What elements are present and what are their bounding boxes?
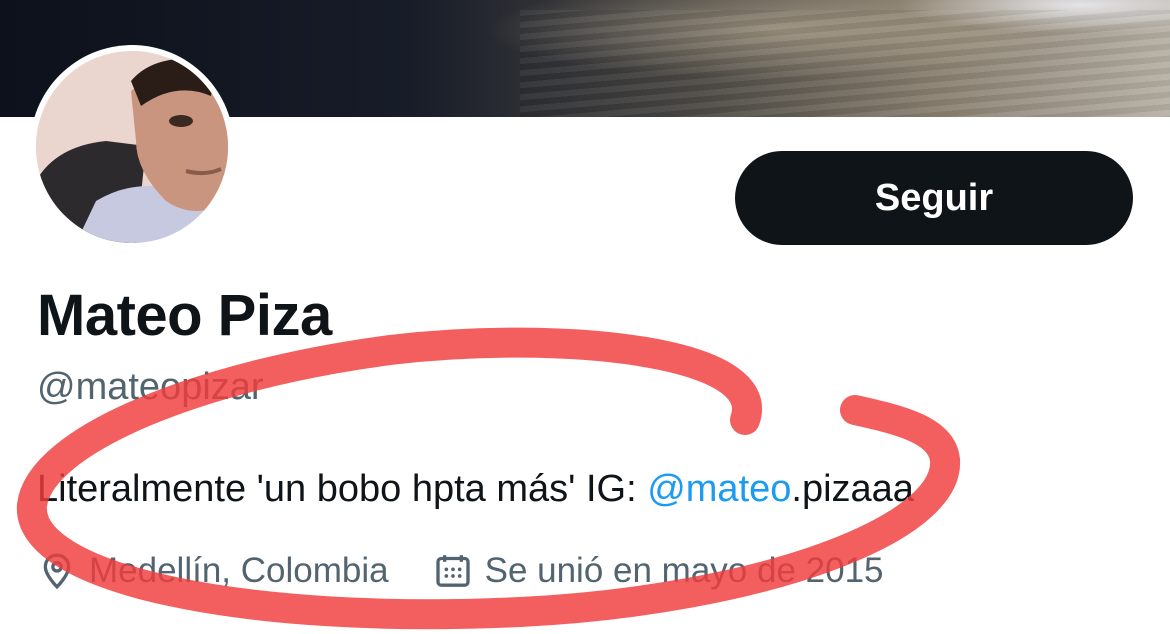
follow-button[interactable]: Seguir [735, 151, 1133, 245]
bio-mention-link[interactable]: @mateo [647, 468, 791, 510]
bio-text-rest: .pizaaa [791, 468, 914, 510]
profile-bio: Literalmente 'un bobo hpta más' IG: @mat… [37, 468, 914, 511]
joined-text: Se unió en mayo de 2015 [484, 551, 884, 590]
profile-display-name: Mateo Piza [37, 283, 332, 348]
profile-meta: Medellín, Colombia Se unió en mayo de 20… [37, 551, 884, 591]
avatar-photo [36, 51, 228, 243]
profile-handle: @mateopizar [37, 366, 264, 408]
location-pin-icon [43, 553, 71, 590]
location-text: Medellín, Colombia [89, 551, 389, 590]
joined-item: Se unió en mayo de 2015 [433, 551, 884, 591]
avatar[interactable] [36, 51, 228, 243]
banner-texture [520, 10, 1170, 117]
location-item: Medellín, Colombia [37, 551, 389, 591]
bio-text: Literalmente 'un bobo hpta más' IG: [37, 468, 648, 510]
calendar-icon [435, 555, 470, 587]
